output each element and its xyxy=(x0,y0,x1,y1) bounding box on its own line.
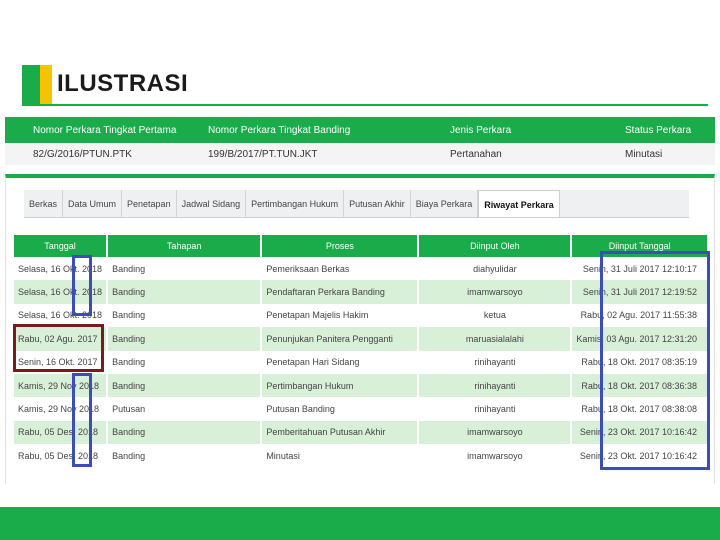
case-header-appeal: Nomor Perkara Tingkat Banding xyxy=(190,117,420,143)
history-process: Minutasi xyxy=(261,444,420,468)
tab-data-umum[interactable]: Data Umum xyxy=(63,190,123,217)
tab-berkas[interactable]: Berkas xyxy=(24,190,64,217)
history-stage: Banding xyxy=(107,373,263,398)
tab-pertimbangan-hukum[interactable]: Pertimbangan Hukum xyxy=(246,190,345,217)
history-process: Penunjukan Panitera Pengganti xyxy=(261,327,420,351)
history-process: Penetapan Hari Sidang xyxy=(261,350,420,374)
history-date: Selasa, 16 Okt. 2018 xyxy=(14,257,109,281)
history-date: Selasa, 16 Okt. 2018 xyxy=(14,280,109,304)
history-process: Penetapan Majelis Hakim xyxy=(261,303,420,328)
history-input-by: ketua xyxy=(418,303,573,328)
history-stage: Banding xyxy=(107,327,263,351)
history-stage: Banding xyxy=(107,350,263,374)
case-value-type: Pertanahan xyxy=(420,143,595,165)
history-header-process: Proses xyxy=(261,235,420,257)
tab-bar: Berkas Data Umum Penetapan Jadwal Sidang… xyxy=(24,190,689,218)
history-header-input-by: Diinput Oleh xyxy=(418,235,573,257)
case-header-type: Jenis Perkara xyxy=(420,117,595,143)
history-process: Pemeriksaan Berkas xyxy=(261,257,420,281)
title-accent-yellow xyxy=(40,65,52,105)
history-stage: Banding xyxy=(107,257,263,281)
history-process: Pemberitahuan Putusan Akhir xyxy=(261,420,420,445)
history-stage: Banding xyxy=(107,444,263,468)
history-input-by: imamwarsoyo xyxy=(418,420,573,445)
history-process: Putusan Banding xyxy=(261,397,420,421)
history-input-by: rinihayanti xyxy=(418,373,573,398)
highlight-box-input-date xyxy=(600,251,710,470)
tab-biaya-perkara[interactable]: Biaya Perkara xyxy=(411,190,479,217)
case-header-status: Status Perkara xyxy=(595,117,715,143)
highlight-box-year-bottom xyxy=(72,373,92,467)
title-accent-green xyxy=(22,65,40,105)
case-value-first-instance: 82/G/2016/PTUN.PTK xyxy=(5,143,190,165)
case-header-first-instance: Nomor Perkara Tingkat Pertama xyxy=(5,117,190,143)
case-summary-row: 82/G/2016/PTUN.PTK 199/B/2017/PT.TUN.JKT… xyxy=(5,143,715,165)
history-date: Rabu, 05 Des. 2018 xyxy=(14,444,109,468)
tab-penetapan[interactable]: Penetapan xyxy=(122,190,177,217)
footer-bar xyxy=(0,507,720,540)
tab-jadwal-sidang[interactable]: Jadwal Sidang xyxy=(177,190,247,217)
history-date: Kamis, 29 Nov 2018 xyxy=(14,373,109,398)
history-date: Kamis, 29 Nov 2018 xyxy=(14,397,109,421)
highlight-box-date-red xyxy=(13,324,104,372)
history-header-date: Tanggal xyxy=(14,235,109,257)
tab-riwayat-perkara[interactable]: Riwayat Perkara xyxy=(478,190,560,217)
slide-title: ILUSTRASI xyxy=(57,70,189,97)
history-header-stage: Tahapan xyxy=(107,235,263,257)
title-divider xyxy=(22,104,708,106)
history-input-by: rinihayanti xyxy=(418,350,573,374)
case-value-status: Minutasi xyxy=(595,143,715,165)
history-process: Pertimbangan Hukum xyxy=(261,373,420,398)
tab-putusan-akhir[interactable]: Putusan Akhir xyxy=(344,190,411,217)
history-stage: Putusan xyxy=(107,397,263,421)
history-input-by: diahyulidar xyxy=(418,257,573,281)
history-stage: Banding xyxy=(107,420,263,445)
history-input-by: imamwarsoyo xyxy=(418,444,573,468)
case-summary-table: Nomor Perkara Tingkat Pertama Nomor Perk… xyxy=(5,117,715,165)
history-date: Rabu, 05 Des. 2018 xyxy=(14,420,109,445)
highlight-box-year-top xyxy=(72,255,92,316)
case-value-appeal: 199/B/2017/PT.TUN.JKT xyxy=(190,143,420,165)
history-input-by: rinihayanti xyxy=(418,397,573,421)
history-input-by: imamwarsoyo xyxy=(418,280,573,304)
history-stage: Banding xyxy=(107,280,263,304)
history-stage: Banding xyxy=(107,303,263,328)
history-input-by: maruasialalahi xyxy=(418,327,573,351)
history-process: Pendaftaran Perkara Banding xyxy=(261,280,420,304)
